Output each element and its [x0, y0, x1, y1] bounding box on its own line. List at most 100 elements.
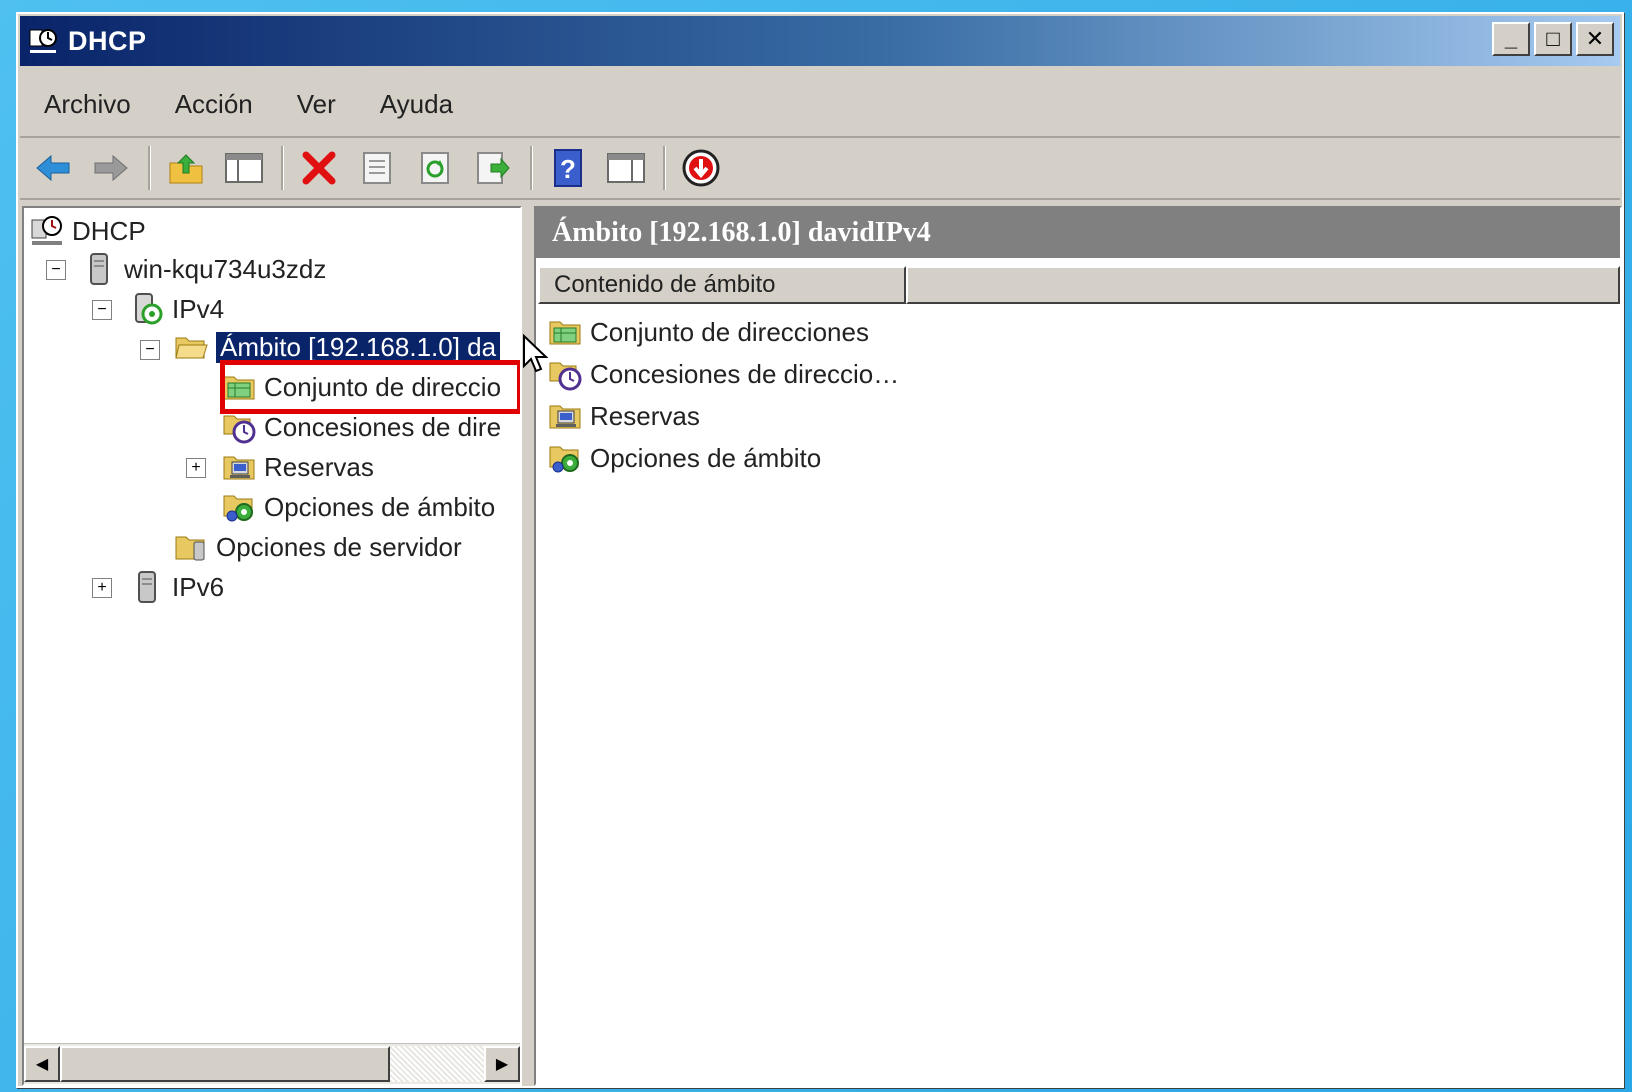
- minimize-icon: _: [1504, 26, 1518, 51]
- open-folder-icon: [174, 330, 208, 364]
- scroll-left-button[interactable]: ◀: [24, 1046, 60, 1082]
- plus-icon: +: [191, 459, 201, 476]
- list-item-address-pool[interactable]: Conjunto de direcciones: [548, 312, 869, 352]
- tree-horizontal-scrollbar[interactable]: ◀ ▶: [24, 1043, 520, 1084]
- tree-label: DHCP: [72, 215, 146, 246]
- help-icon: ?: [554, 149, 582, 187]
- maximize-button[interactable]: □: [1534, 22, 1572, 56]
- arrow-left-icon: ◀: [35, 1056, 49, 1073]
- arrow-right-icon: ▶: [495, 1056, 509, 1073]
- refresh-icon: [421, 152, 449, 184]
- tree-node-reservations[interactable]: Reservas: [222, 448, 374, 486]
- scroll-thumb[interactable]: [60, 1046, 390, 1082]
- tree-label: Ámbito [192.168.1.0] da: [216, 331, 501, 363]
- collapse-scope-toggle[interactable]: −: [140, 340, 160, 360]
- menu-bar: Archivo Acción Ver Ayuda: [20, 72, 1620, 138]
- list-label: Opciones de ámbito: [590, 442, 822, 473]
- column-header-scope-contents[interactable]: Contenido de ámbito: [538, 266, 906, 304]
- scope-options-icon: [222, 490, 256, 524]
- menu-accion[interactable]: Acción: [155, 89, 273, 120]
- window-title: DHCP: [68, 25, 147, 56]
- tree-node-dhcp[interactable]: DHCP: [30, 212, 146, 250]
- title-bar[interactable]: DHCP _ □ ✕: [20, 16, 1620, 66]
- maximize-icon: □: [1546, 26, 1560, 51]
- list-item-reservations[interactable]: Reservas: [548, 396, 700, 436]
- dhcp-window: DHCP _ □ ✕ Archivo Acción Ver Ayuda ? DH…: [16, 12, 1624, 1088]
- expand-ipv6-toggle[interactable]: +: [92, 578, 112, 598]
- tree-label: win-kqu734u3zdz: [124, 253, 327, 284]
- reservations-icon: [222, 450, 256, 484]
- tree-label: IPv6: [172, 571, 225, 602]
- toolbar-separator: [281, 146, 284, 190]
- export-list-button[interactable]: [468, 143, 518, 193]
- list-item-scope-options[interactable]: Opciones de ámbito: [548, 438, 821, 478]
- close-icon: ✕: [1585, 26, 1605, 51]
- svg-text:?: ?: [560, 154, 576, 184]
- toolbar-separator: [663, 146, 666, 190]
- tree-node-server-options[interactable]: Opciones de servidor: [174, 528, 462, 566]
- show-hide-tree-button[interactable]: [219, 143, 269, 193]
- tree-label: Opciones de ámbito: [264, 491, 496, 522]
- dhcp-icon: [30, 214, 64, 248]
- delete-button[interactable]: [294, 143, 344, 193]
- menu-ver[interactable]: Ver: [277, 89, 356, 120]
- plus-icon: +: [97, 579, 107, 596]
- list-item-leases[interactable]: Concesiones de direccio…: [548, 354, 899, 394]
- leases-clock-icon: [548, 357, 582, 391]
- console-tree-pane[interactable]: DHCP − win-kqu734u3zdz − IPv4 − Ámbito […: [22, 206, 522, 1086]
- tree-label: Concesiones de dire: [264, 411, 502, 442]
- tree-label: Opciones de servidor: [216, 531, 462, 562]
- show-hide-tree-icon: [225, 153, 263, 183]
- refresh-button[interactable]: [410, 143, 460, 193]
- properties-icon: [363, 152, 391, 184]
- properties-button[interactable]: [352, 143, 402, 193]
- toolbar-separator: [148, 146, 151, 190]
- details-header: Ámbito [192.168.1.0] davidIPv4: [536, 208, 1620, 258]
- column-header-empty: [906, 266, 1620, 304]
- ipv4-icon: [130, 292, 164, 326]
- up-button[interactable]: [161, 143, 211, 193]
- mouse-cursor-icon: [523, 334, 548, 373]
- close-button[interactable]: ✕: [1576, 22, 1614, 56]
- up-folder-icon: [169, 154, 203, 184]
- minus-icon: −: [51, 261, 61, 278]
- ipv6-icon: [130, 570, 164, 604]
- menu-ayuda[interactable]: Ayuda: [360, 89, 473, 120]
- tree-label: Reservas: [264, 451, 374, 482]
- scroll-track[interactable]: [390, 1046, 484, 1082]
- minus-icon: −: [145, 341, 155, 358]
- server-icon: [82, 252, 116, 286]
- expand-reservations-toggle[interactable]: +: [186, 458, 206, 478]
- list-label: Reservas: [590, 400, 700, 431]
- collapse-server-toggle[interactable]: −: [46, 260, 66, 280]
- reservations-icon: [548, 399, 582, 433]
- details-pane[interactable]: Ámbito [192.168.1.0] davidIPv4 Contenido…: [534, 206, 1622, 1086]
- forward-icon: [94, 154, 128, 182]
- minimize-button[interactable]: _: [1492, 22, 1530, 56]
- list-label: Concesiones de direccio…: [590, 358, 900, 389]
- tree-node-ipv6[interactable]: IPv6: [130, 568, 224, 606]
- show-hide-action-pane-icon: [607, 153, 645, 183]
- tree-node-ipv4[interactable]: IPv4: [130, 290, 224, 328]
- tree-node-server[interactable]: win-kqu734u3zdz: [82, 250, 326, 288]
- scope-options-icon: [548, 441, 582, 475]
- help-button[interactable]: ?: [543, 143, 593, 193]
- address-pool-icon: [548, 315, 582, 349]
- stop-server-button[interactable]: [676, 143, 726, 193]
- dhcp-app-icon: [26, 24, 60, 58]
- minus-icon: −: [97, 301, 107, 318]
- menu-archivo[interactable]: Archivo: [24, 89, 151, 120]
- collapse-ipv4-toggle[interactable]: −: [92, 300, 112, 320]
- back-button[interactable]: [28, 143, 78, 193]
- delete-icon: [302, 151, 336, 185]
- toolbar-separator: [530, 146, 533, 190]
- tree-node-scope-options[interactable]: Opciones de ámbito: [222, 488, 495, 526]
- stop-server-icon: [682, 149, 720, 187]
- show-hide-action-pane-button[interactable]: [601, 143, 651, 193]
- scroll-right-button[interactable]: ▶: [484, 1046, 520, 1082]
- leases-clock-icon: [222, 410, 256, 444]
- back-icon: [36, 154, 70, 182]
- red-highlight-annotation: [220, 360, 520, 414]
- forward-button[interactable]: [86, 143, 136, 193]
- server-options-icon: [174, 530, 208, 564]
